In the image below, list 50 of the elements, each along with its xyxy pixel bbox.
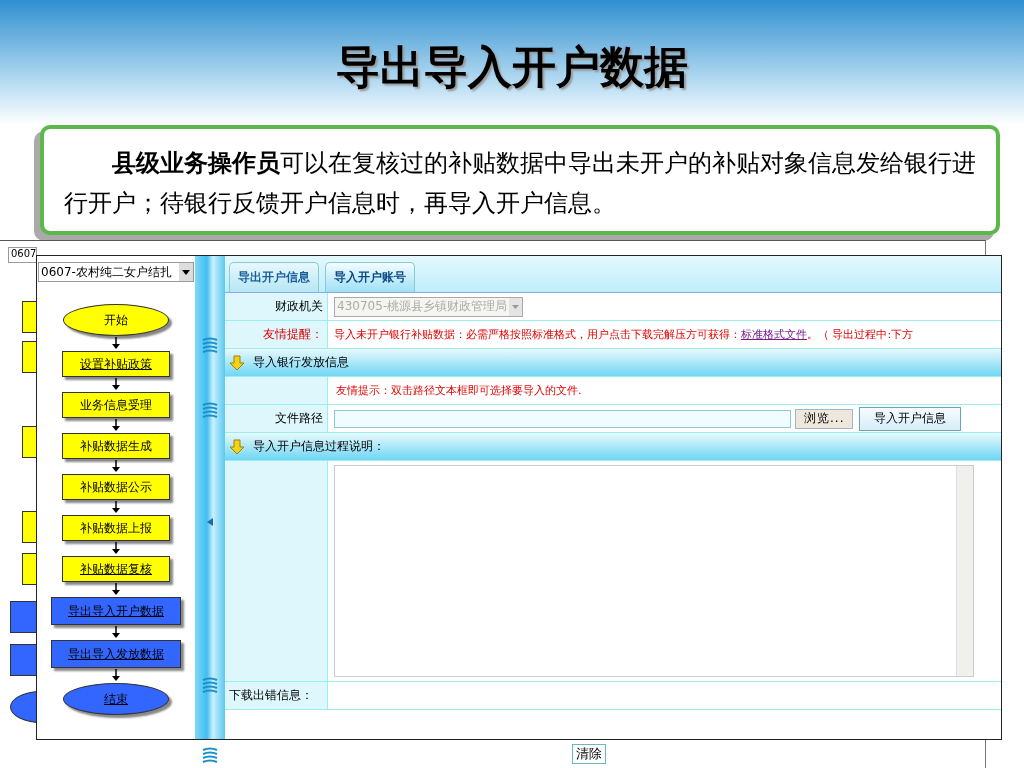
field-label: 财政机关 bbox=[225, 293, 328, 320]
arrow-icon bbox=[111, 501, 121, 514]
ring-icon bbox=[200, 401, 220, 419]
reminder-text: 导入未开户银行补贴数据：必需严格按照标准格式，用户点击下载完解压方可获得：标准格式文件。（ 导出过程中:下方 bbox=[334, 327, 914, 342]
flow-step[interactable]: 补贴数据公示 bbox=[62, 474, 170, 500]
field-label: 下载出错信息： bbox=[225, 682, 328, 709]
arrow-icon bbox=[111, 378, 121, 391]
section-title: 导入银行发放信息 bbox=[253, 354, 349, 371]
reminder-label: 友情提醒： bbox=[225, 321, 328, 348]
scheme-select[interactable]: 0607 bbox=[8, 247, 37, 263]
scheme-select-value: 0607-农村纯二女户结扎 bbox=[41, 263, 172, 281]
arrow-icon bbox=[111, 460, 121, 473]
scheme-select[interactable]: 0607-农村纯二女户结扎 bbox=[38, 262, 194, 282]
arrow-icon bbox=[111, 626, 121, 639]
flow-step[interactable]: 补贴数据生成 bbox=[62, 433, 170, 459]
arrow-icon bbox=[111, 337, 121, 350]
flow-step[interactable]: 补贴数据复核 bbox=[62, 556, 170, 582]
flow-step[interactable]: 导出导入开户数据 bbox=[51, 597, 181, 625]
ring-icon bbox=[200, 746, 220, 764]
arrow-icon bbox=[111, 419, 121, 432]
collapse-icon[interactable] bbox=[207, 518, 213, 526]
flow-terminal[interactable]: 结束 bbox=[63, 683, 169, 715]
scroll-bar[interactable] bbox=[956, 466, 973, 676]
log-text-area[interactable] bbox=[334, 465, 974, 677]
flow-step[interactable]: 业务信息受理 bbox=[62, 392, 170, 418]
dropdown-icon bbox=[509, 297, 523, 316]
flow-step[interactable]: 设置补贴政策 bbox=[62, 351, 170, 377]
arrow-icon bbox=[111, 542, 121, 555]
arrow-icon bbox=[111, 583, 121, 596]
agency-select-value: 430705-桃源县乡镇财政管理局 bbox=[337, 298, 508, 315]
field-label: 文件路径 bbox=[225, 405, 328, 432]
browse-button[interactable]: 浏览... bbox=[795, 408, 854, 429]
dropdown-icon bbox=[179, 263, 193, 281]
tab[interactable]: 导入开户账号 bbox=[325, 262, 415, 292]
arrow-icon bbox=[111, 669, 121, 682]
hint-text: 友情提示：双击路径文本框即可选择要导入的文件. bbox=[336, 383, 582, 398]
format-file-link[interactable]: 标准格式文件 bbox=[741, 328, 807, 341]
ring-icon bbox=[200, 676, 220, 694]
ring-icon bbox=[200, 336, 220, 354]
down-arrow-icon bbox=[229, 438, 245, 455]
tab[interactable]: 导出开户信息 bbox=[229, 262, 319, 292]
down-arrow-icon bbox=[229, 354, 245, 371]
flow-step[interactable]: 补贴数据上报 bbox=[62, 515, 170, 541]
clear-button[interactable]: 清除 bbox=[571, 744, 606, 764]
slide-title: 导出导入开户数据 bbox=[336, 40, 688, 94]
section-title: 导入开户信息过程说明： bbox=[253, 438, 385, 455]
file-path-field[interactable] bbox=[334, 409, 791, 428]
flow-terminal[interactable]: 开始 bbox=[63, 304, 169, 336]
import-button[interactable]: 导入开户信息 bbox=[859, 406, 962, 431]
flow-step[interactable]: 导出导入发放数据 bbox=[51, 640, 181, 668]
